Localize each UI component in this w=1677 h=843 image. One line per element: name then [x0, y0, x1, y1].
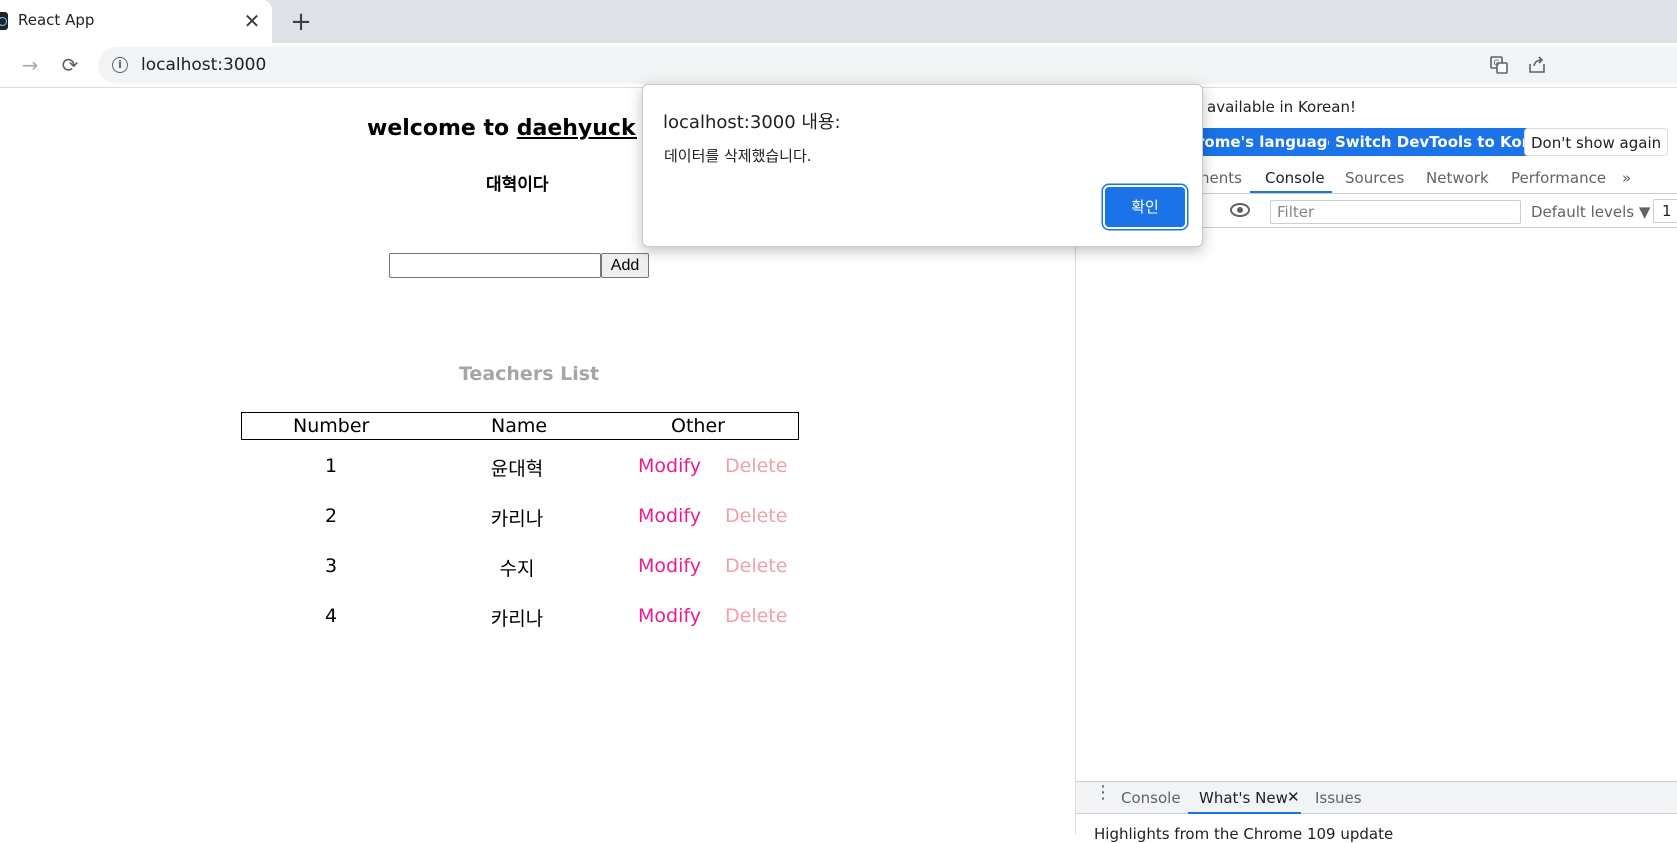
address-bar[interactable]: i localhost:3000 G	[98, 47, 1677, 84]
translate-icon[interactable]: G	[1488, 55, 1510, 77]
add-input[interactable]	[389, 253, 601, 278]
alert-title: localhost:3000 내용:	[663, 112, 841, 133]
table-row: 3 수지 Modify Delete	[241, 540, 799, 590]
dont-show-again-button[interactable]: Don't show again	[1524, 128, 1669, 156]
browser-toolbar: → ⟳ i localhost:3000 G	[0, 43, 1677, 88]
delete-link[interactable]: Delete	[725, 605, 787, 627]
delete-link[interactable]: Delete	[725, 505, 787, 527]
tab-network[interactable]: Network	[1426, 169, 1489, 187]
set-chrome-language-button[interactable]: rome's language	[1191, 128, 1344, 156]
teachers-table: Number Name Other 1 윤대혁 Modify Delete 2 …	[241, 412, 799, 640]
table-row: 2 카리나 Modify Delete	[241, 490, 799, 540]
drawer-menu-icon[interactable]: ⋮	[1094, 784, 1112, 808]
tab-elements[interactable]: nents	[1200, 169, 1242, 187]
header-other: Other	[671, 415, 725, 437]
drawer-tab-issues[interactable]: Issues	[1315, 789, 1362, 807]
table-header: Number Name Other	[241, 412, 799, 440]
row-name: 카리나	[490, 608, 544, 630]
log-levels-dropdown[interactable]: Default levels ▼	[1531, 203, 1650, 221]
page-subtitle: 대혁이다	[486, 175, 549, 195]
modify-link[interactable]: Modify	[638, 455, 701, 477]
delete-link[interactable]: Delete	[725, 555, 787, 577]
page-title: welcome to daehyuck blog	[367, 116, 637, 141]
whats-new-heading: Highlights from the Chrome 109 update	[1094, 825, 1394, 843]
url-text[interactable]: localhost:3000	[141, 55, 266, 75]
new-tab-button[interactable]: +	[286, 7, 316, 37]
active-tab-indicator	[1250, 191, 1332, 193]
delete-link[interactable]: Delete	[725, 455, 787, 477]
welcome-link[interactable]: daehyuck	[517, 116, 637, 141]
modify-link[interactable]: Modify	[638, 555, 701, 577]
row-name: 카리나	[490, 508, 544, 530]
alert-ok-button[interactable]: 확인	[1105, 187, 1185, 227]
tab-close-icon[interactable]: ✕	[240, 9, 264, 33]
row-name: 윤대혁	[490, 458, 544, 480]
row-number: 1	[325, 455, 338, 477]
react-favicon-icon	[0, 12, 8, 30]
alert-message: 데이터를 삭제했습니다.	[664, 147, 812, 165]
drawer-tab-whats-new[interactable]: What's New	[1199, 789, 1288, 807]
site-info-icon[interactable]: i	[112, 57, 128, 73]
reload-icon[interactable]: ⟳	[56, 51, 84, 79]
drawer-tab-close-icon[interactable]: ✕	[1287, 788, 1300, 806]
row-name: 수지	[499, 558, 535, 580]
table-row: 4 카리나 Modify Delete	[241, 590, 799, 640]
add-button[interactable]: Add	[601, 253, 649, 278]
tab-performance[interactable]: Performance	[1511, 169, 1606, 187]
modify-link[interactable]: Modify	[638, 505, 701, 527]
browser-tab-strip: React App ✕ +	[0, 0, 1677, 43]
row-number: 4	[325, 605, 338, 627]
row-number: 3	[325, 555, 338, 577]
svg-text:G: G	[1494, 59, 1500, 68]
live-expression-eye-icon[interactable]	[1230, 203, 1250, 217]
alert-dialog: localhost:3000 내용: 데이터를 삭제했습니다. 확인	[642, 84, 1203, 247]
tab-title: React App	[18, 11, 95, 29]
modify-link[interactable]: Modify	[638, 605, 701, 627]
list-title: Teachers List	[459, 363, 600, 385]
share-icon[interactable]	[1526, 55, 1548, 77]
console-filter-input[interactable]: Filter	[1270, 200, 1521, 224]
devtools-drawer-tabs: ⋮ Console What's New ✕ Issues	[1076, 781, 1677, 814]
drawer-tab-console[interactable]: Console	[1121, 789, 1181, 807]
tab-sources[interactable]: Sources	[1345, 169, 1404, 187]
row-number: 2	[325, 505, 338, 527]
welcome-prefix: welcome to	[367, 116, 517, 141]
table-row: 1 윤대혁 Modify Delete	[241, 440, 799, 490]
drawer-active-indicator	[1188, 812, 1301, 814]
devtools-language-banner: w available in Korean!	[1190, 98, 1356, 116]
issues-count-badge[interactable]: 1	[1653, 199, 1677, 223]
more-tabs-icon[interactable]: »	[1622, 169, 1631, 187]
tab-console[interactable]: Console	[1265, 169, 1325, 187]
header-name: Name	[491, 415, 548, 437]
header-number: Number	[293, 415, 370, 437]
browser-tab[interactable]: React App ✕	[0, 0, 272, 43]
forward-icon[interactable]: →	[16, 51, 44, 79]
